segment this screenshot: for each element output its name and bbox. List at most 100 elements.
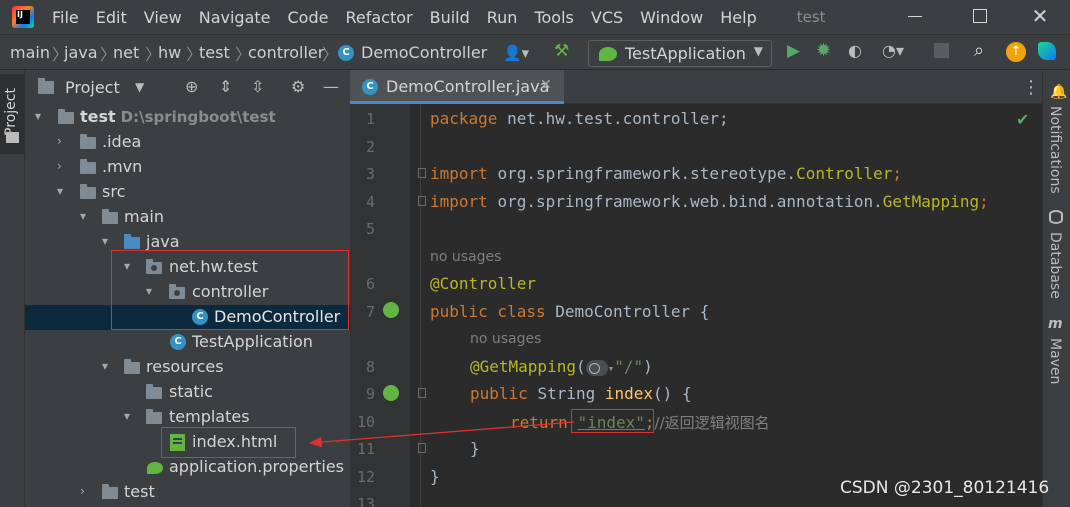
tree-item-idea[interactable]: › .idea bbox=[25, 130, 350, 155]
build-hammer-icon[interactable]: ⚒ bbox=[554, 41, 569, 61]
usage-hint[interactable]: no usages bbox=[430, 249, 501, 265]
menu-code[interactable]: Code bbox=[288, 8, 329, 27]
menu-vcs[interactable]: VCS bbox=[591, 8, 623, 27]
line-number: 2 bbox=[365, 138, 375, 156]
maven-tab[interactable]: Maven bbox=[1047, 338, 1063, 384]
code-line-1: package net.hw.test.controller; bbox=[430, 109, 729, 128]
chevron-down-icon[interactable]: ▾ bbox=[102, 234, 108, 248]
user-icon[interactable]: 👤▾ bbox=[503, 44, 529, 62]
menu-view[interactable]: View bbox=[144, 8, 182, 27]
chevron-down-icon[interactable]: ▾ bbox=[35, 109, 41, 123]
intellij-logo-icon[interactable]: IJ bbox=[12, 6, 34, 28]
hide-icon[interactable]: — bbox=[323, 77, 339, 96]
stop-icon[interactable] bbox=[934, 43, 949, 58]
menu-edit[interactable]: Edit bbox=[96, 8, 127, 27]
chevron-right-icon[interactable]: › bbox=[57, 159, 62, 173]
tree-item-label: test bbox=[124, 482, 155, 501]
minimize-icon[interactable] bbox=[905, 6, 925, 26]
menu-file[interactable]: File bbox=[52, 8, 79, 27]
tree-item-test[interactable]: › test bbox=[25, 480, 350, 505]
coverage-icon[interactable]: ◐ bbox=[848, 41, 862, 60]
breadcrumb-main[interactable]: main bbox=[10, 43, 50, 62]
chevron-down-icon[interactable]: ▼ bbox=[135, 80, 144, 94]
toolbox-icon[interactable] bbox=[1038, 42, 1056, 60]
maximize-icon[interactable] bbox=[970, 6, 990, 26]
collapse-all-icon[interactable]: ⇳ bbox=[251, 77, 264, 96]
search-icon[interactable]: ⌕ bbox=[974, 40, 984, 61]
spring-bean-icon[interactable] bbox=[383, 302, 399, 318]
tree-item-testapplication[interactable]: C TestApplication bbox=[25, 330, 350, 355]
tree-item-resources[interactable]: ▾ resources bbox=[25, 355, 350, 380]
resources-folder-icon bbox=[124, 359, 140, 374]
tree-item-application-properties[interactable]: application.properties bbox=[25, 455, 350, 480]
breadcrumb-java[interactable]: java bbox=[64, 43, 98, 62]
locate-icon[interactable]: ⊕ bbox=[185, 77, 198, 96]
breadcrumb-separator: 〉 bbox=[322, 45, 339, 64]
menu-help[interactable]: Help bbox=[720, 8, 756, 27]
spring-request-mapping-icon[interactable] bbox=[383, 385, 399, 401]
gear-icon[interactable]: ⚙ bbox=[291, 77, 305, 96]
run-icon[interactable]: ▶ bbox=[787, 41, 800, 61]
tree-item-label: templates bbox=[169, 407, 250, 426]
menu-refactor[interactable]: Refactor bbox=[345, 8, 412, 27]
close-icon[interactable]: ✕ bbox=[540, 77, 552, 93]
menu-window[interactable]: Window bbox=[640, 8, 703, 27]
chevron-right-icon[interactable]: › bbox=[57, 134, 62, 148]
chevron-right-icon[interactable]: › bbox=[80, 484, 85, 498]
tree-item-src[interactable]: ▾ src bbox=[25, 180, 350, 205]
database-icon[interactable] bbox=[1049, 210, 1063, 224]
database-tab[interactable]: Database bbox=[1047, 232, 1063, 299]
update-icon[interactable]: ↑ bbox=[1006, 42, 1026, 62]
fold-icon[interactable] bbox=[418, 196, 426, 206]
highlight-box-package bbox=[111, 250, 349, 330]
project-panel-header: Project ▼ ⊕ ⇕ ⇳ ⚙ — bbox=[25, 70, 350, 104]
chevron-down-icon[interactable]: ▾ bbox=[102, 359, 108, 373]
chevron-down-icon[interactable]: ▾ bbox=[124, 409, 130, 423]
more-icon[interactable]: ⋮ bbox=[1022, 77, 1040, 98]
breadcrumb-net[interactable]: net bbox=[113, 43, 139, 62]
window-title: test bbox=[796, 8, 826, 26]
spring-boot-class-icon: C bbox=[170, 334, 186, 350]
class-icon: C bbox=[338, 45, 354, 61]
run-configuration-select[interactable]: TestApplication ▼ bbox=[588, 40, 772, 67]
folder-icon bbox=[80, 184, 96, 199]
tree-item-mvn[interactable]: › .mvn bbox=[25, 155, 350, 180]
close-window-icon[interactable]: ✕ bbox=[1030, 6, 1050, 26]
breadcrumb-controller[interactable]: controller bbox=[248, 43, 324, 62]
breadcrumb-test[interactable]: test bbox=[199, 43, 230, 62]
menu-build[interactable]: Build bbox=[430, 8, 470, 27]
folder-icon bbox=[146, 384, 162, 399]
folder-icon bbox=[58, 109, 74, 124]
breadcrumb-democontroller[interactable]: DemoController bbox=[361, 43, 487, 62]
tree-item-static[interactable]: static bbox=[25, 380, 350, 405]
menu-run[interactable]: Run bbox=[487, 8, 518, 27]
usage-hint[interactable]: no usages bbox=[470, 331, 541, 347]
expand-all-icon[interactable]: ⇕ bbox=[219, 77, 232, 96]
line-number: 6 bbox=[365, 275, 375, 293]
project-panel-title[interactable]: Project bbox=[65, 78, 120, 97]
breadcrumb-hw[interactable]: hw bbox=[158, 43, 181, 62]
tree-item-main[interactable]: ▾ main bbox=[25, 205, 350, 230]
tree-item-label: .mvn bbox=[102, 157, 143, 176]
debug-icon[interactable]: ✹ bbox=[816, 40, 831, 61]
line-number: 3 bbox=[365, 165, 375, 183]
chevron-down-icon[interactable]: ▾ bbox=[57, 184, 63, 198]
bell-icon[interactable]: 🔔 bbox=[1050, 84, 1067, 100]
fold-icon[interactable] bbox=[418, 168, 426, 178]
chevron-down-icon[interactable]: ▾ bbox=[80, 209, 86, 223]
folder-icon bbox=[102, 209, 118, 224]
no-problems-check-icon[interactable]: ✔ bbox=[1016, 110, 1029, 129]
maven-icon[interactable]: m bbox=[1048, 316, 1063, 332]
profile-icon[interactable]: ◔▾ bbox=[882, 41, 904, 60]
fold-icon[interactable] bbox=[418, 443, 426, 453]
fold-icon[interactable] bbox=[418, 388, 426, 398]
tab-democontroller-java[interactable]: C DemoController.java ✕ bbox=[350, 70, 564, 104]
code-line-4: import org.springframework.web.bind.anno… bbox=[430, 192, 989, 211]
notifications-tab[interactable]: Notifications bbox=[1047, 106, 1063, 194]
tree-item-test-root[interactable]: ▾ test D:\springboot\test bbox=[25, 105, 350, 130]
class-icon: C bbox=[362, 79, 378, 95]
menu-tools[interactable]: Tools bbox=[534, 8, 573, 27]
tree-item-label: src bbox=[102, 182, 126, 201]
project-tool-tab[interactable]: Project bbox=[0, 74, 25, 154]
menu-navigate[interactable]: Navigate bbox=[199, 8, 271, 27]
